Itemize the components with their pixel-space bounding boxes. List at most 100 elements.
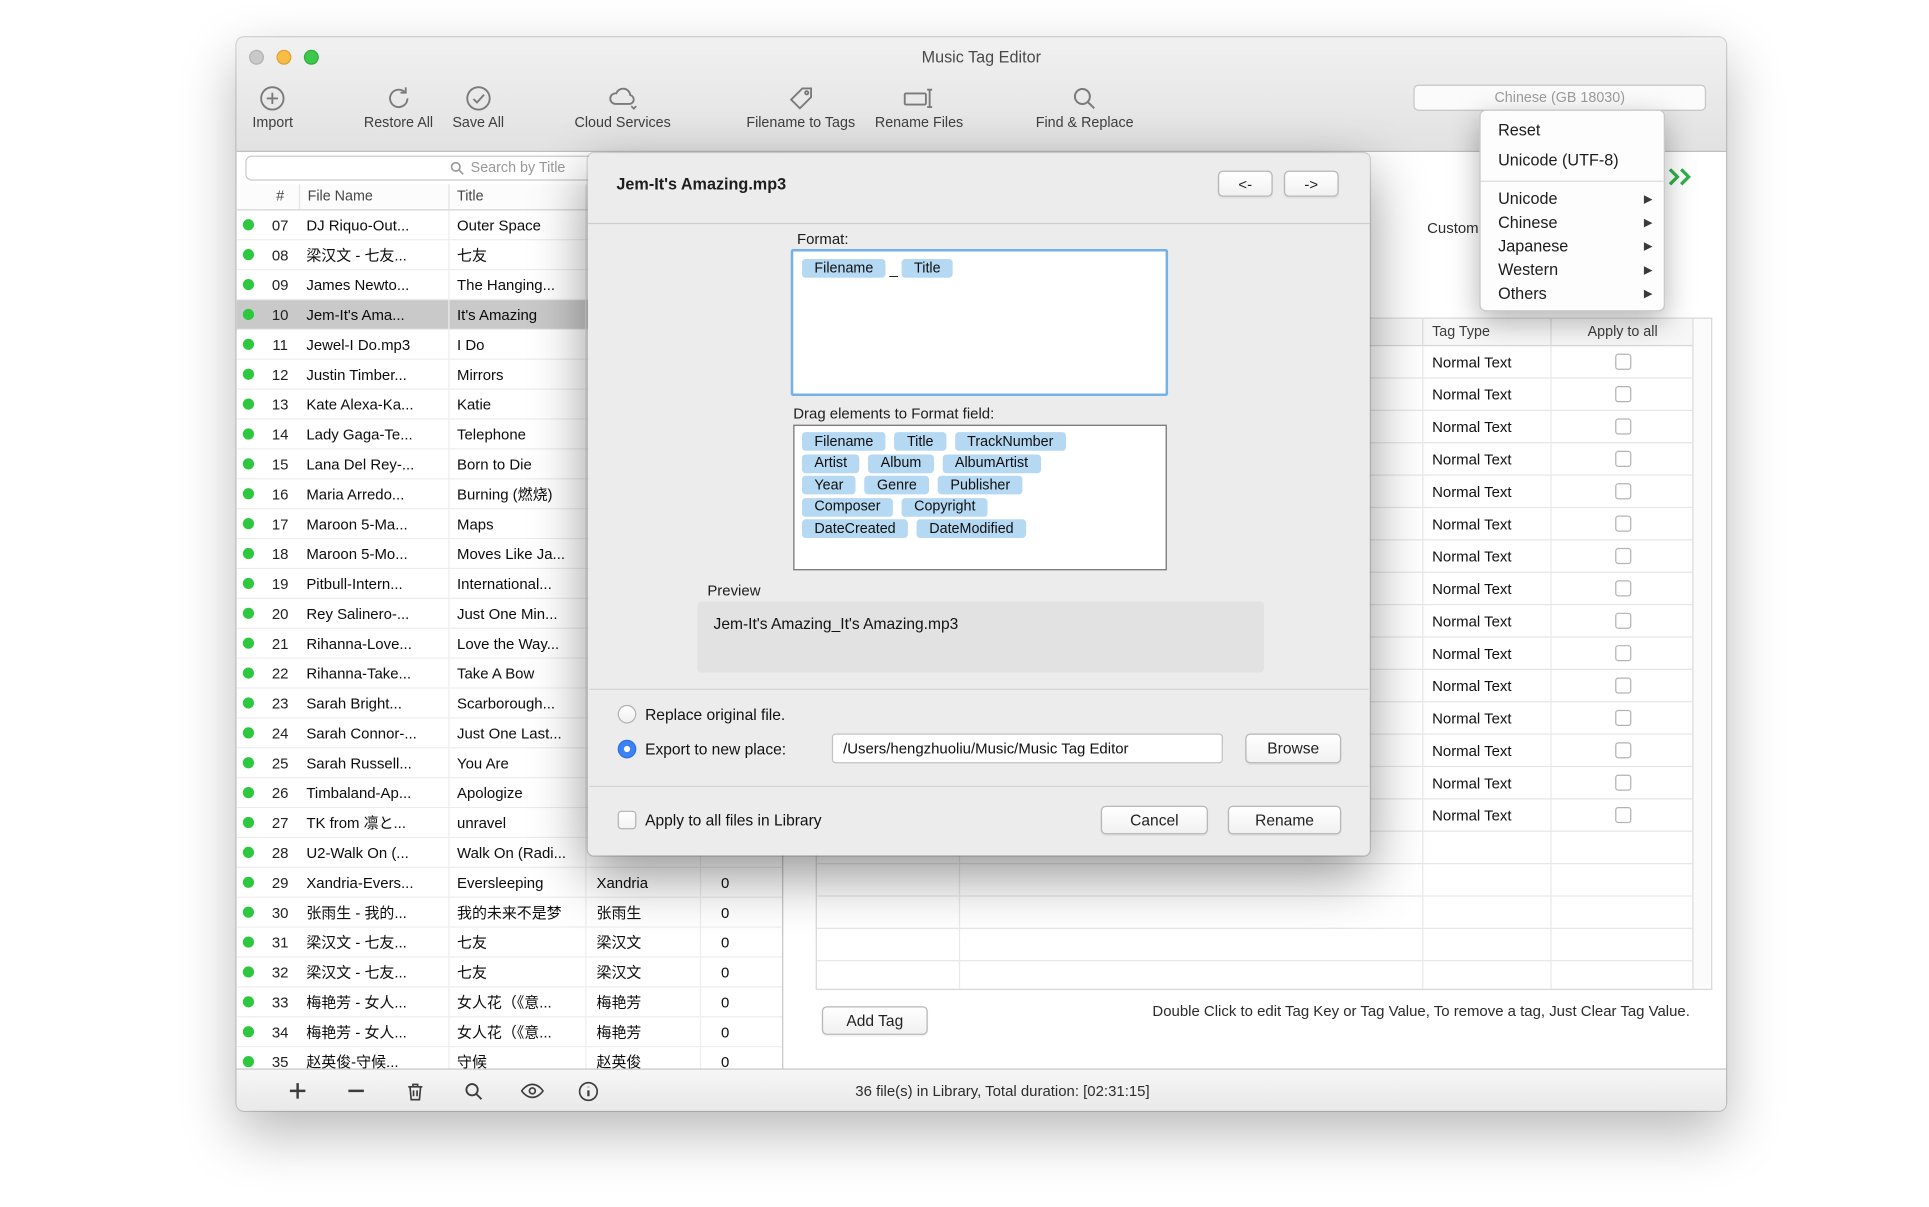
column-header-file-name[interactable]: File Name [299, 184, 448, 209]
library-row[interactable]: 30 张雨生 - 我的... 我的未来不是梦 张雨生 0 [237, 898, 782, 928]
add-tag-button[interactable]: Add Tag [822, 1006, 928, 1035]
tag-type-cell[interactable]: Normal Text [1423, 346, 1551, 377]
tag-type-cell[interactable]: Normal Text [1423, 476, 1551, 507]
apply-to-all-checkbox[interactable] [1615, 548, 1631, 564]
green-status-dot-icon [243, 428, 254, 439]
apply-to-all-checkbox[interactable] [1615, 710, 1631, 726]
menu-item-with-submenu[interactable]: Unicode ▶ [1481, 187, 1664, 211]
toolbar-filename-to-tags-button[interactable]: Filename to Tags [746, 83, 855, 130]
cancel-button[interactable]: Cancel [1101, 806, 1208, 835]
tag-type-cell[interactable]: Normal Text [1423, 638, 1551, 669]
tag-type-cell[interactable]: Normal Text [1423, 443, 1551, 474]
tag-type-cell[interactable]: Normal Text [1423, 540, 1551, 571]
menu-item[interactable]: Unicode (UTF-8) [1481, 146, 1664, 176]
browse-button[interactable]: Browse [1245, 733, 1341, 763]
tag-type-cell[interactable]: Normal Text [1423, 767, 1551, 798]
apply-to-all-checkbox[interactable] [1615, 645, 1631, 661]
tag-table-scrollbar[interactable] [1694, 318, 1713, 990]
tag-type-cell[interactable]: Normal Text [1423, 670, 1551, 701]
apply-all-files-checkbox[interactable] [618, 811, 637, 830]
apply-to-all-checkbox[interactable] [1615, 354, 1631, 370]
encoding-select[interactable]: Chinese (GB 18030) [1413, 85, 1706, 111]
format-element-token[interactable]: Genre [865, 476, 930, 495]
library-row[interactable]: 32 梁汉文 - 七友... 七友 梁汉文 0 [237, 958, 782, 988]
green-status-dot-icon [243, 667, 254, 678]
column-header-apply-to-all[interactable]: Apply to all [1552, 319, 1694, 345]
format-element-token[interactable]: Artist [802, 454, 860, 473]
library-row[interactable]: 31 梁汉文 - 七友... 七友 梁汉文 0 [237, 928, 782, 958]
rename-button[interactable]: Rename [1228, 806, 1341, 835]
tag-type-cell[interactable]: Normal Text [1423, 735, 1551, 766]
format-element-token[interactable]: Copyright [902, 497, 988, 516]
toolbar-import-button[interactable]: Import [252, 83, 293, 130]
column-header-tag-type[interactable]: Tag Type [1423, 319, 1551, 345]
format-element-token[interactable]: TrackNumber [955, 432, 1066, 451]
tag-type-cell[interactable]: Normal Text [1423, 605, 1551, 636]
format-element-token[interactable]: Filename [802, 432, 886, 451]
search-library-button[interactable] [458, 1076, 488, 1106]
export-new-place-radio[interactable] [618, 740, 637, 759]
toolbar-find-replace-button[interactable]: Find & Replace [1036, 83, 1134, 130]
format-element-token[interactable]: Publisher [938, 476, 1023, 495]
tag-type-cell[interactable]: Normal Text [1423, 799, 1551, 830]
add-file-button[interactable] [283, 1076, 313, 1106]
cloud-icon [605, 83, 640, 113]
format-element-token[interactable]: DateModified [917, 519, 1026, 538]
library-row[interactable]: 29 Xandria-Evers... Eversleeping Xandria… [237, 868, 782, 898]
format-element-token[interactable]: Composer [802, 497, 893, 516]
format-element-token[interactable]: Album [868, 454, 934, 473]
tag-type-cell[interactable]: Normal Text [1423, 379, 1551, 410]
element-row: DateCreated DateModified [802, 519, 1158, 538]
menu-item-with-submenu[interactable]: Others ▶ [1481, 281, 1664, 305]
tag-type-cell[interactable]: Normal Text [1423, 702, 1551, 733]
menu-item-with-submenu[interactable]: Japanese ▶ [1481, 234, 1664, 258]
apply-to-all-checkbox[interactable] [1615, 451, 1631, 467]
column-header-title[interactable]: Title [448, 184, 585, 209]
tag-type-cell[interactable]: Normal Text [1423, 508, 1551, 539]
replace-original-radio[interactable] [618, 705, 637, 724]
tag-type-cell[interactable]: Normal Text [1423, 411, 1551, 442]
toolbar-restore-all-button[interactable]: Restore All [364, 83, 433, 130]
green-double-chevron-icon[interactable] [1666, 167, 1693, 191]
format-field[interactable]: Filename _ Title [791, 249, 1168, 396]
apply-to-all-checkbox[interactable] [1615, 580, 1631, 596]
format-element-token[interactable]: Title [895, 432, 946, 451]
format-element-token[interactable]: DateCreated [802, 519, 908, 538]
export-path-input[interactable]: /Users/hengzhuoliu/Music/Music Tag Edito… [832, 733, 1223, 763]
apply-to-all-checkbox[interactable] [1615, 807, 1631, 823]
tag-icon [786, 83, 816, 113]
library-row[interactable]: 35 赵英俊-守候... 守候 赵英俊 0 [237, 1047, 782, 1068]
apply-to-all-checkbox[interactable] [1615, 516, 1631, 532]
toolbar-rename-files-button[interactable]: Rename Files [875, 83, 963, 130]
info-button[interactable] [573, 1076, 603, 1106]
apply-to-all-checkbox[interactable] [1615, 775, 1631, 791]
toolbar-save-all-button[interactable]: Save All [452, 83, 504, 130]
apply-to-all-checkbox[interactable] [1615, 418, 1631, 434]
next-file-button[interactable]: -> [1284, 171, 1339, 197]
apply-to-all-checkbox[interactable] [1615, 613, 1631, 629]
preview-button[interactable] [517, 1076, 547, 1106]
format-element-token[interactable]: AlbumArtist [942, 454, 1040, 473]
green-status-dot-icon [243, 787, 254, 798]
format-element-token[interactable]: Year [802, 476, 856, 495]
menu-item[interactable]: Reset [1481, 116, 1664, 146]
row-artist: 梁汉文 [585, 928, 700, 957]
apply-to-all-checkbox[interactable] [1615, 483, 1631, 499]
chevron-right-icon: ▶ [1644, 258, 1653, 282]
tag-type-cell[interactable]: Normal Text [1423, 573, 1551, 604]
toolbar-cloud-services-button[interactable]: Cloud Services [574, 83, 670, 130]
apply-to-all-checkbox[interactable] [1615, 742, 1631, 758]
column-header-number[interactable]: # [262, 184, 299, 209]
separator [589, 786, 1369, 787]
remove-file-button[interactable] [341, 1076, 371, 1106]
menu-item-with-submenu[interactable]: Chinese ▶ [1481, 210, 1664, 234]
menu-item-with-submenu[interactable]: Western ▶ [1481, 258, 1664, 282]
previous-file-button[interactable]: <- [1218, 171, 1273, 197]
format-token-title[interactable]: Title [902, 259, 953, 278]
apply-to-all-checkbox[interactable] [1615, 386, 1631, 402]
apply-to-all-checkbox[interactable] [1615, 677, 1631, 693]
library-row[interactable]: 34 梅艳芳 - 女人... 女人花（《意... 梅艳芳 0 [237, 1017, 782, 1047]
library-row[interactable]: 33 梅艳芳 - 女人... 女人花（《意... 梅艳芳 0 [237, 988, 782, 1018]
delete-button[interactable] [400, 1076, 430, 1106]
format-token-filename[interactable]: Filename [802, 259, 886, 278]
